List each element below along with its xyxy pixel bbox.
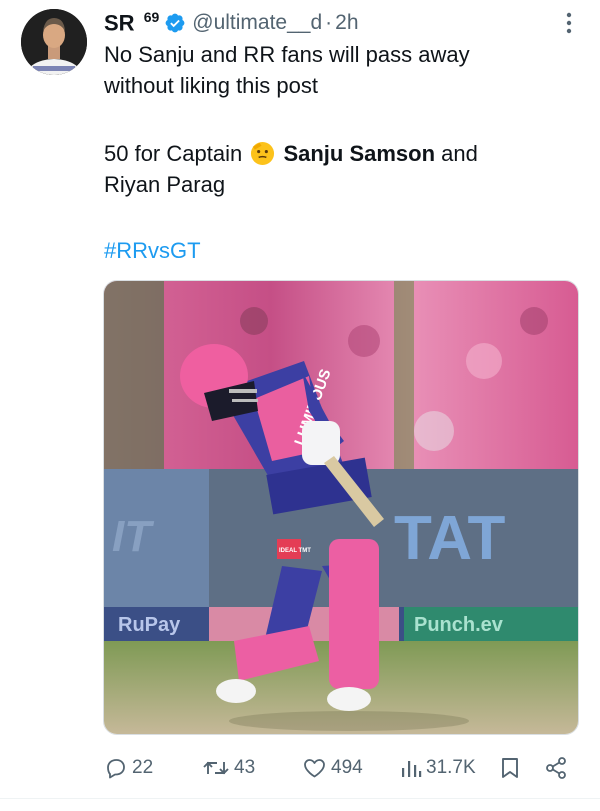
share-icon xyxy=(546,757,566,779)
share-button[interactable] xyxy=(544,748,572,788)
tweet-text: No Sanju and RR fans will pass away with… xyxy=(104,39,574,266)
avatar[interactable] xyxy=(21,9,87,75)
reply-count: 22 xyxy=(132,757,154,778)
reply-icon xyxy=(107,759,125,779)
views-chart-icon xyxy=(402,761,422,777)
bookmark-icon xyxy=(502,758,518,778)
caption-suffix: and xyxy=(435,141,478,166)
repost-count: 43 xyxy=(234,757,256,778)
repost-button[interactable]: 43 xyxy=(202,748,255,788)
tweet-text-line: without liking this post xyxy=(104,73,318,98)
repost-icon xyxy=(203,761,229,775)
verified-badge-icon xyxy=(165,13,185,33)
like-button[interactable]: 494 xyxy=(302,748,363,788)
name-badge: 69 xyxy=(143,9,160,26)
media-image[interactable]: IT TAT RuPay Punch.ev LUMINOUS xyxy=(103,280,579,735)
tweet-text-line: 50 for Captain Sanju Samson and xyxy=(104,138,574,169)
tweet-text-line: Riyan Parag xyxy=(104,172,226,197)
caption-prefix: 50 for Captain xyxy=(104,141,243,166)
mention-sanju: Sanju Samson xyxy=(283,141,436,166)
profile-photo-icon xyxy=(21,9,87,75)
timestamp[interactable]: 2h xyxy=(335,11,358,35)
cricket-photo-icon: IT TAT RuPay Punch.ev LUMINOUS xyxy=(104,281,578,734)
separator-dot: · xyxy=(325,11,333,34)
view-count: 31.7K xyxy=(426,757,476,778)
like-count: 494 xyxy=(331,757,363,778)
display-name[interactable]: SR 69 xyxy=(104,9,159,36)
saluting-face-emoji-icon xyxy=(251,141,275,166)
action-bar: 22 43 494 31.7K xyxy=(104,748,574,788)
reply-button[interactable]: 22 xyxy=(104,748,153,788)
ad-text-right: Punch.ev xyxy=(414,614,504,636)
board-text-left: IT xyxy=(112,512,154,561)
divider xyxy=(0,798,600,799)
heart-icon xyxy=(304,759,325,778)
views-button[interactable]: 31.7K xyxy=(400,748,476,788)
tweet[interactable]: SR 69 @ultimate__d · 2h No Sanju and RR … xyxy=(0,0,600,811)
bookmark-button[interactable] xyxy=(499,748,525,788)
tweet-header: SR 69 @ultimate__d · 2h xyxy=(104,8,359,38)
ad-text-left: RuPay xyxy=(118,614,181,636)
author-handle[interactable]: @ultimate__d xyxy=(192,11,322,35)
tweet-text-line: No Sanju and RR fans will pass away xyxy=(104,42,470,67)
more-options-icon[interactable] xyxy=(566,12,572,34)
board-text-right: TAT xyxy=(394,504,505,573)
hashtag-link[interactable]: #RRvsGT xyxy=(104,235,574,266)
patch-text: IDEAL TMT xyxy=(279,548,311,554)
